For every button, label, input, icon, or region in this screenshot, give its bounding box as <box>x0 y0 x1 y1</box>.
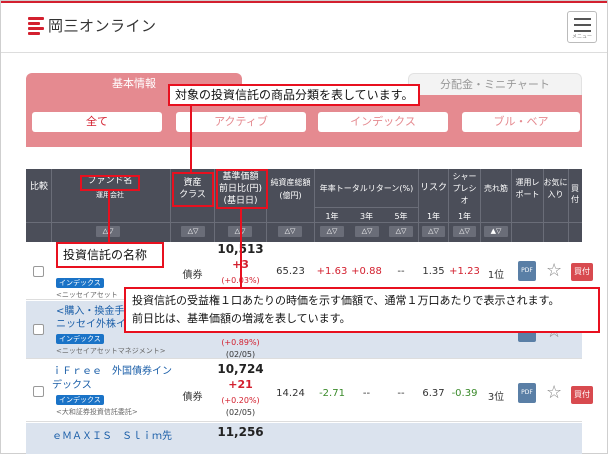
sales-rank: 1位 <box>487 270 505 281</box>
index-badge: インデックス <box>56 395 104 405</box>
logo[interactable]: 岡三オンライン <box>28 15 157 36</box>
fund-name-link[interactable]: <購入・換金手 <box>56 305 124 318</box>
highlight-nav <box>216 169 268 209</box>
asset-class: 債券 <box>182 392 203 403</box>
index-badge: インデックス <box>56 334 104 344</box>
fund-name-link[interactable]: ｉＦｒｅｅ 外国債券イン <box>52 365 172 378</box>
callout-nav-line2: 前日比は、基準価額の増減を表しています。 <box>132 312 351 325</box>
logo-text: 岡三オンライン <box>48 17 157 35</box>
connector-line <box>190 100 192 172</box>
col-sharpe-1: シャー <box>452 172 477 181</box>
sort-ranking[interactable]: ▲▽ <box>484 226 508 237</box>
pdf-icon[interactable]: PDF <box>518 383 536 403</box>
col-tr-3y: 3年 <box>359 212 374 221</box>
col-risk: リスク <box>419 183 447 193</box>
sort-asset-class[interactable]: △▽ <box>181 226 205 237</box>
site-header: 岡三オンライン メニュー <box>1 1 607 51</box>
menu-label: メニュー <box>571 34 592 40</box>
index-badge: インデックス <box>56 278 104 288</box>
nav-change: +21 <box>228 378 253 391</box>
fund-company: <大和証券投資信託委託> <box>56 408 138 416</box>
sharpe-1y: -0.39 <box>451 388 478 399</box>
filter-index[interactable]: インデックス <box>318 112 448 132</box>
star-icon[interactable]: ☆ <box>546 262 562 280</box>
fund-name-link-2[interactable]: デックス <box>52 379 92 392</box>
filter-bull-bear[interactable]: ブル・ベア <box>462 112 580 132</box>
nav-change-pct: (+0.20%) <box>221 396 260 405</box>
highlight-asset-class <box>172 172 214 207</box>
connector-line <box>108 191 110 243</box>
risk-1y: 6.37 <box>422 388 445 399</box>
sort-tr-1y[interactable]: △▽ <box>320 226 344 237</box>
callout-nav-line1: 投資信託の受益権１口あたりの時価を示す価額で、通常１万口あたりで表示されます。 <box>132 294 560 307</box>
callout-nav: 投資信託の受益権１口あたりの時価を示す価額で、通常１万口あたりで表示されます。 … <box>124 287 600 333</box>
return-1y: +1.63 <box>316 266 348 277</box>
return-3y: -- <box>362 388 371 399</box>
fund-name-link-2[interactable]: ニッセイ外株イ <box>56 318 126 331</box>
compare-checkbox[interactable] <box>33 324 44 335</box>
col-ranking: 売れ筋 <box>484 184 508 193</box>
return-1y: -2.71 <box>319 388 345 399</box>
nav-change-pct: (+0.89%) <box>221 338 260 347</box>
buy-button[interactable]: 買付 <box>571 386 593 404</box>
col-risk-1y: 1年 <box>426 212 441 221</box>
col-buy: 買付 <box>571 184 579 204</box>
col-total-return: 年率トータルリターン(%) <box>319 184 414 193</box>
col-compare: 比較 <box>29 182 48 192</box>
sort-sharpe[interactable]: △▽ <box>453 226 476 237</box>
col-sharpe-2: プレシ <box>452 184 477 193</box>
return-5y: -- <box>397 388 405 399</box>
col-tr-1y: 1年 <box>325 212 339 221</box>
callout-fund-name: 投資信託の名称 <box>56 242 164 268</box>
col-company: 運用会社 <box>96 191 124 199</box>
col-report-2: ポート <box>515 190 540 199</box>
sort-tr-5y[interactable]: △▽ <box>389 226 413 237</box>
asset-class: 債券 <box>182 270 203 281</box>
buy-button[interactable]: 買付 <box>571 263 593 281</box>
col-report-1: 運用レ <box>515 178 540 187</box>
sales-rank: 3位 <box>487 392 505 403</box>
col-favorite-1: お気に <box>543 178 568 187</box>
filter-all[interactable]: 全て <box>32 112 162 132</box>
sort-net-assets[interactable]: △▽ <box>278 226 302 237</box>
nav-date: (02/05) <box>225 350 256 359</box>
header-divider <box>1 52 607 53</box>
logo-icon <box>28 16 44 35</box>
tab-distribution-chart[interactable]: 分配金・ミニチャート <box>408 73 582 95</box>
sharpe-1y: +1.23 <box>449 266 480 277</box>
filter-active[interactable]: アクティブ <box>176 112 306 132</box>
net-assets: 65.23 <box>276 266 305 277</box>
callout-classification: 対象の投資信託の商品分類を表しています。 <box>168 84 421 106</box>
col-net-assets-1: 純資産総額 <box>270 178 311 187</box>
compare-checkbox[interactable] <box>33 266 44 277</box>
connector-line <box>240 209 242 287</box>
return-5y: -- <box>397 266 405 277</box>
fund-company: <ニッセイアセットマネジメント> <box>56 347 166 355</box>
menu-button[interactable]: メニュー <box>567 11 597 43</box>
sort-tr-3y[interactable]: △▽ <box>355 226 379 237</box>
col-sharpe-3: オ <box>460 196 469 205</box>
net-assets: 14.24 <box>276 388 305 399</box>
col-favorite-2: 入り <box>547 190 564 199</box>
compare-checkbox[interactable] <box>33 386 44 397</box>
return-3y: +0.88 <box>351 266 382 277</box>
hamburger-icon <box>574 18 591 20</box>
sort-risk[interactable]: △▽ <box>422 226 445 237</box>
highlight-fund-name <box>80 175 140 191</box>
star-icon[interactable]: ☆ <box>546 384 562 402</box>
pdf-icon[interactable]: PDF <box>518 261 536 281</box>
col-sharpe-1y: 1年 <box>457 212 472 221</box>
nav-price: 11,256 <box>217 425 264 439</box>
nav-price: 10,724 <box>217 362 264 376</box>
fund-name-link[interactable]: ｅＭＡＸＩＳ Ｓｌｉｍ先 <box>52 430 172 443</box>
risk-1y: 1.35 <box>422 266 445 277</box>
col-net-assets-2: (億円) <box>279 191 302 200</box>
nav-date: (02/05) <box>225 408 256 417</box>
fund-company: <ニッセイアセット <box>56 291 118 299</box>
col-tr-5y: 5年 <box>394 212 408 221</box>
